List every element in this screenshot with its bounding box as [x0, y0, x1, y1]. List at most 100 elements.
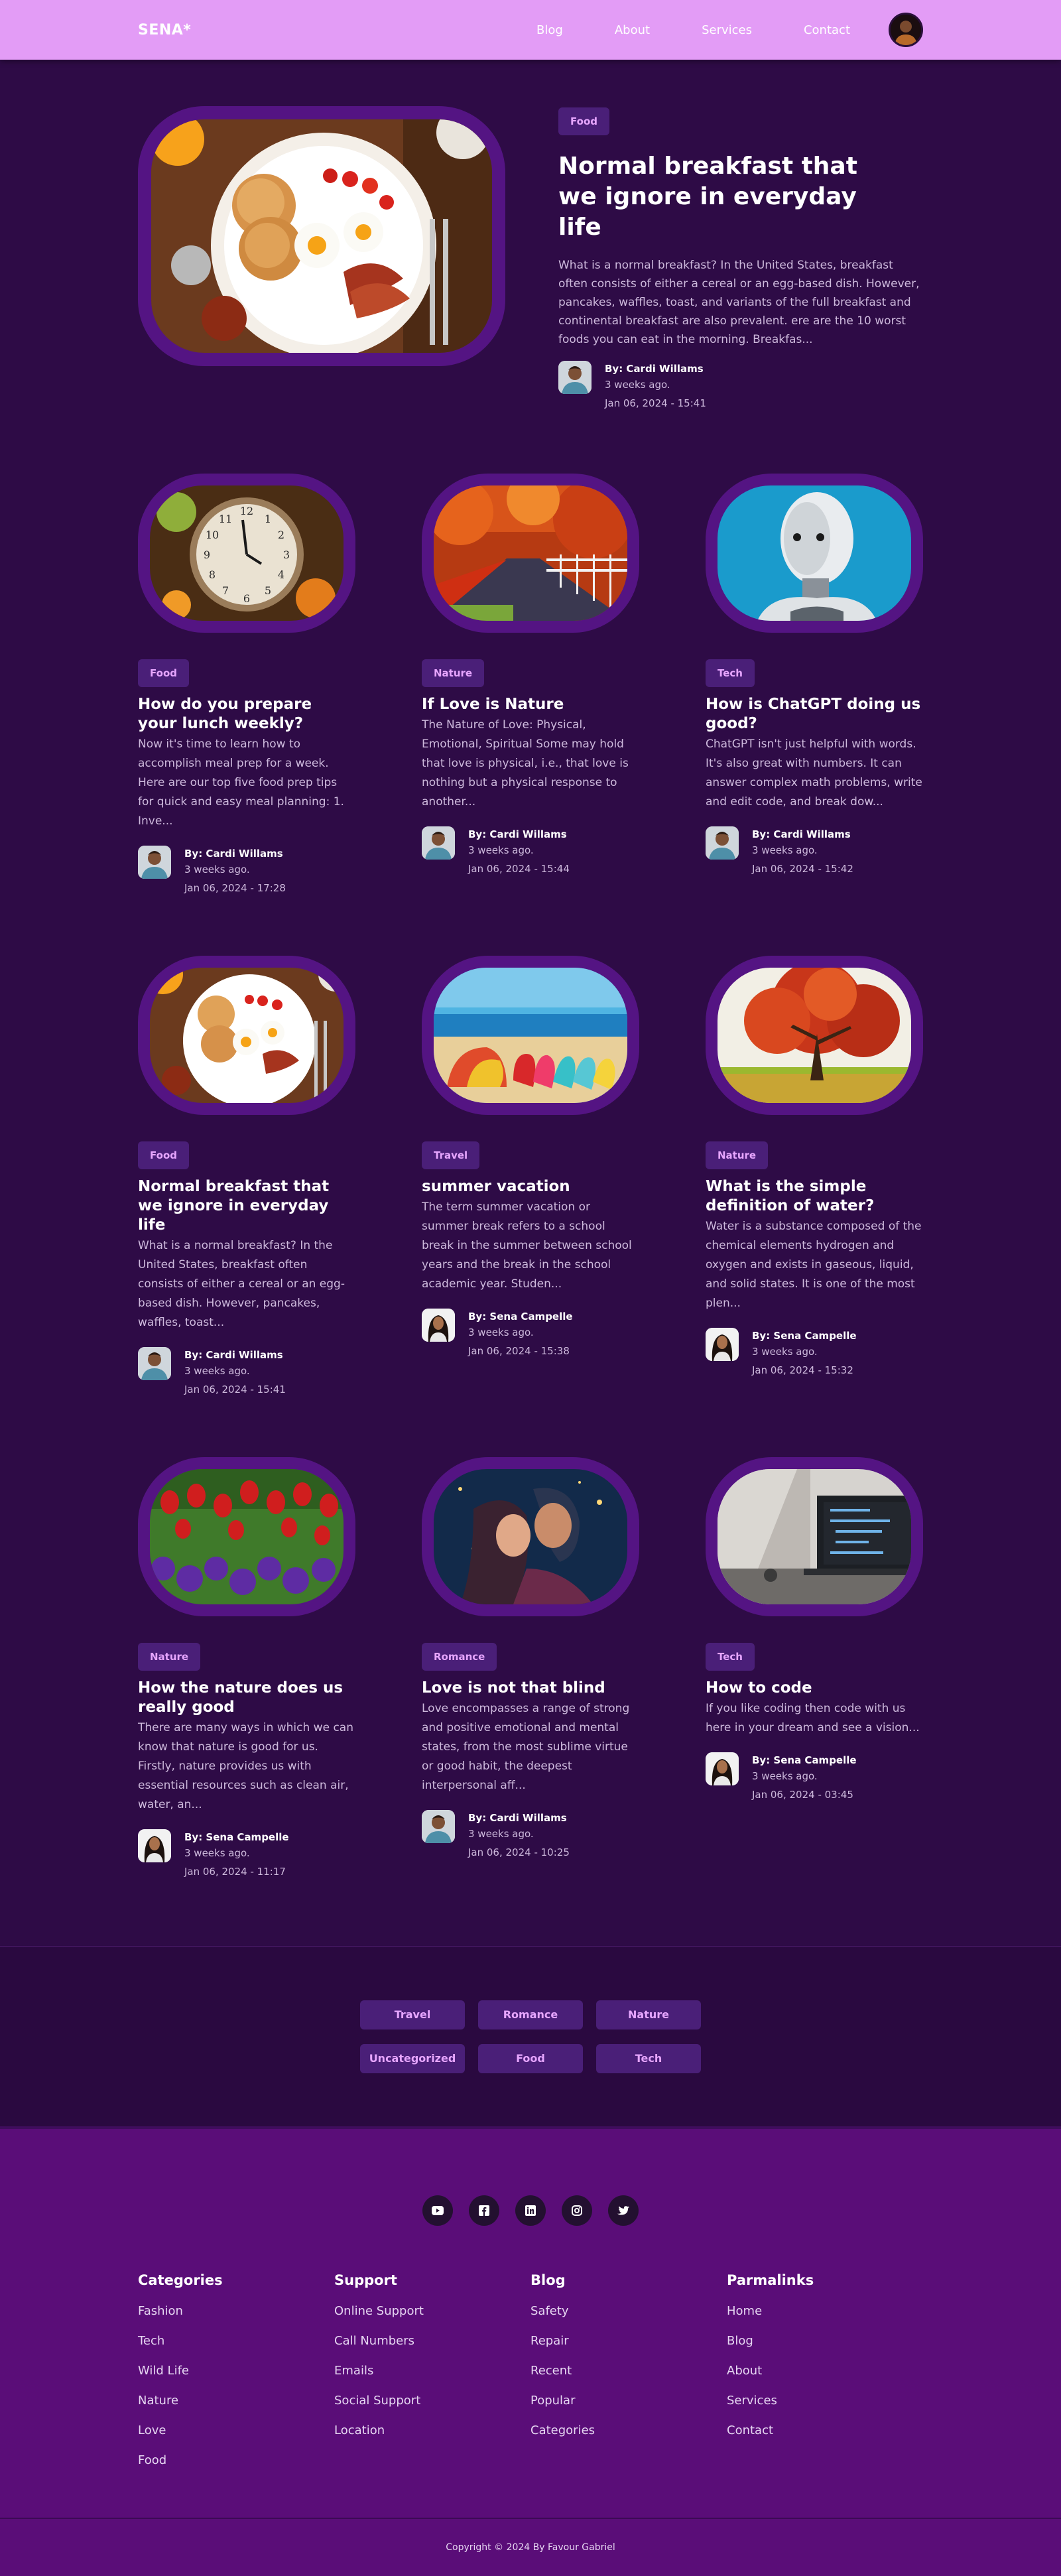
post-card[interactable]: Romance Love is not that blind Love encomp…: [422, 1457, 639, 1880]
footer-link[interactable]: Categories: [530, 2415, 727, 2445]
post-grid: 12 3 6 9 1 2 4 5 7 8 10 11 Food How do you prepare yo…: [0, 411, 1061, 1880]
facebook-icon[interactable]: [469, 2195, 499, 2226]
author-name[interactable]: By: Cardi Willams: [468, 826, 570, 842]
tag-food[interactable]: Food: [478, 2043, 583, 2073]
footer-link[interactable]: Repair: [530, 2326, 727, 2356]
youtube-icon[interactable]: [422, 2195, 453, 2226]
post-card[interactable]: Travel summer vacation The term summer vac…: [422, 956, 639, 1397]
post-title[interactable]: How do you prepare your lunch weekly?: [138, 695, 355, 734]
featured-tag[interactable]: Food: [558, 107, 609, 135]
nav-about[interactable]: About: [615, 23, 650, 37]
footer-link[interactable]: Food: [138, 2445, 334, 2475]
author-name[interactable]: By: Cardi Willams: [184, 846, 286, 862]
post-image-frame[interactable]: [422, 956, 639, 1115]
nav-services[interactable]: Services: [702, 23, 752, 37]
featured-image-frame[interactable]: [138, 106, 505, 366]
post-image-frame[interactable]: [706, 474, 923, 633]
footer-link[interactable]: Call Numbers: [334, 2326, 530, 2356]
svg-text:8: 8: [209, 568, 216, 581]
user-avatar[interactable]: [889, 13, 923, 47]
author-name[interactable]: By: Sena Campelle: [468, 1309, 573, 1324]
footer-link[interactable]: Blog: [727, 2326, 923, 2356]
footer-link[interactable]: Safety: [530, 2296, 727, 2326]
author-avatar: [422, 1810, 455, 1843]
footer-link[interactable]: Love: [138, 2415, 334, 2445]
footer-link[interactable]: Online Support: [334, 2296, 530, 2326]
post-tag[interactable]: Food: [138, 659, 189, 687]
post-image-frame[interactable]: [706, 956, 923, 1115]
author-name[interactable]: By: Sena Campelle: [184, 1829, 289, 1845]
post-image-frame[interactable]: [138, 956, 355, 1115]
author-avatar: [706, 1752, 739, 1785]
footer-link[interactable]: Fashion: [138, 2296, 334, 2326]
author-name[interactable]: By: Sena Campelle: [752, 1752, 857, 1768]
author-name[interactable]: By: Cardi Willams: [184, 1347, 286, 1363]
post-title[interactable]: If Love is Nature: [422, 695, 639, 714]
footer-link[interactable]: Emails: [334, 2356, 530, 2386]
post-tag[interactable]: Nature: [422, 659, 485, 687]
post-image-frame[interactable]: [138, 1457, 355, 1616]
twitter-icon[interactable]: [608, 2195, 639, 2226]
tag-romance[interactable]: Romance: [478, 2000, 583, 2029]
author-name[interactable]: By: Cardi Willams: [752, 826, 853, 842]
post-card[interactable]: Food Normal breakfast that we ignore in e…: [138, 956, 355, 1397]
svg-text:12: 12: [240, 505, 253, 517]
author-name[interactable]: By: Sena Campelle: [752, 1328, 857, 1344]
footer-link[interactable]: Location: [334, 2415, 530, 2445]
footer-link[interactable]: Contact: [727, 2415, 923, 2445]
instagram-icon[interactable]: [562, 2195, 592, 2226]
post-tag[interactable]: Tech: [706, 1643, 755, 1671]
tag-uncategorized[interactable]: Uncategorized: [360, 2043, 465, 2073]
post-title[interactable]: summer vacation: [422, 1177, 639, 1196]
footer-link[interactable]: Nature: [138, 2386, 334, 2415]
post-title[interactable]: How the nature does us really good: [138, 1679, 355, 1717]
post-card[interactable]: Nature If Love is Nature The Nature of Lov…: [422, 474, 639, 896]
footer-link[interactable]: Recent: [530, 2356, 727, 2386]
site-footer: Categories Fashion Tech Wild Life Nature…: [0, 2126, 1061, 2576]
post-tag[interactable]: Tech: [706, 659, 755, 687]
post-image-frame[interactable]: [706, 1457, 923, 1616]
author-name[interactable]: By: Cardi Willams: [468, 1810, 570, 1826]
author-info: By: Cardi Willams 3 weeks ago. Jan 06, 2…: [605, 361, 706, 411]
footer-link[interactable]: Social Support: [334, 2386, 530, 2415]
footer-link[interactable]: About: [727, 2356, 923, 2386]
nav-blog[interactable]: Blog: [536, 23, 563, 37]
linkedin-icon[interactable]: [515, 2195, 546, 2226]
footer-link[interactable]: Wild Life: [138, 2356, 334, 2386]
footer-link[interactable]: Popular: [530, 2386, 727, 2415]
post-title[interactable]: Normal breakfast that we ignore in every…: [138, 1177, 355, 1235]
post-image-frame[interactable]: 12 3 6 9 1 2 4 5 7 8 10 11: [138, 474, 355, 633]
post-author: By: Cardi Willams 3 weeks ago. Jan 06, 202…: [706, 826, 923, 877]
tag-tech[interactable]: Tech: [596, 2043, 701, 2073]
footer-col-categories: Categories Fashion Tech Wild Life Nature…: [138, 2272, 334, 2475]
footer-link[interactable]: Tech: [138, 2326, 334, 2356]
post-title[interactable]: What is the simple definition of water?: [706, 1177, 923, 1216]
site-logo[interactable]: SENA*: [138, 22, 191, 38]
post-image-frame[interactable]: [422, 1457, 639, 1616]
post-card[interactable]: Nature How the nature does us really good…: [138, 1457, 355, 1880]
nav-contact[interactable]: Contact: [804, 23, 850, 37]
footer-link[interactable]: Services: [727, 2386, 923, 2415]
post-image-frame[interactable]: [422, 474, 639, 633]
footer-link[interactable]: Home: [727, 2296, 923, 2326]
post-tag[interactable]: Travel: [422, 1141, 480, 1169]
post-tag[interactable]: Food: [138, 1141, 189, 1169]
tag-travel[interactable]: Travel: [360, 2000, 465, 2029]
post-card[interactable]: 12 3 6 9 1 2 4 5 7 8 10 11 Food How do you prepare yo…: [138, 474, 355, 896]
featured-title[interactable]: Normal breakfast that we ignore in every…: [558, 151, 877, 243]
post-card[interactable]: Tech How is ChatGPT doing us good? ChatGPT…: [706, 474, 923, 896]
post-title[interactable]: Love is not that blind: [422, 1679, 639, 1698]
post-title[interactable]: How is ChatGPT doing us good?: [706, 695, 923, 734]
site-header: SENA* Blog About Services Contact: [0, 0, 1061, 60]
tag-nature[interactable]: Nature: [596, 2000, 701, 2029]
post-card[interactable]: Tech How to code If you like coding then c…: [706, 1457, 923, 1880]
post-title[interactable]: How to code: [706, 1679, 923, 1698]
post-age: 3 weeks ago.: [752, 1770, 818, 1782]
post-tag[interactable]: Nature: [706, 1141, 769, 1169]
post-card[interactable]: Nature What is the simple definition of w…: [706, 956, 923, 1397]
post-tag[interactable]: Nature: [138, 1643, 201, 1671]
post-tag[interactable]: Romance: [422, 1643, 497, 1671]
author-name[interactable]: By: Cardi Willams: [605, 361, 706, 377]
laptop-image: [718, 1469, 911, 1604]
post-excerpt: Water is a substance composed of the che…: [706, 1220, 922, 1310]
